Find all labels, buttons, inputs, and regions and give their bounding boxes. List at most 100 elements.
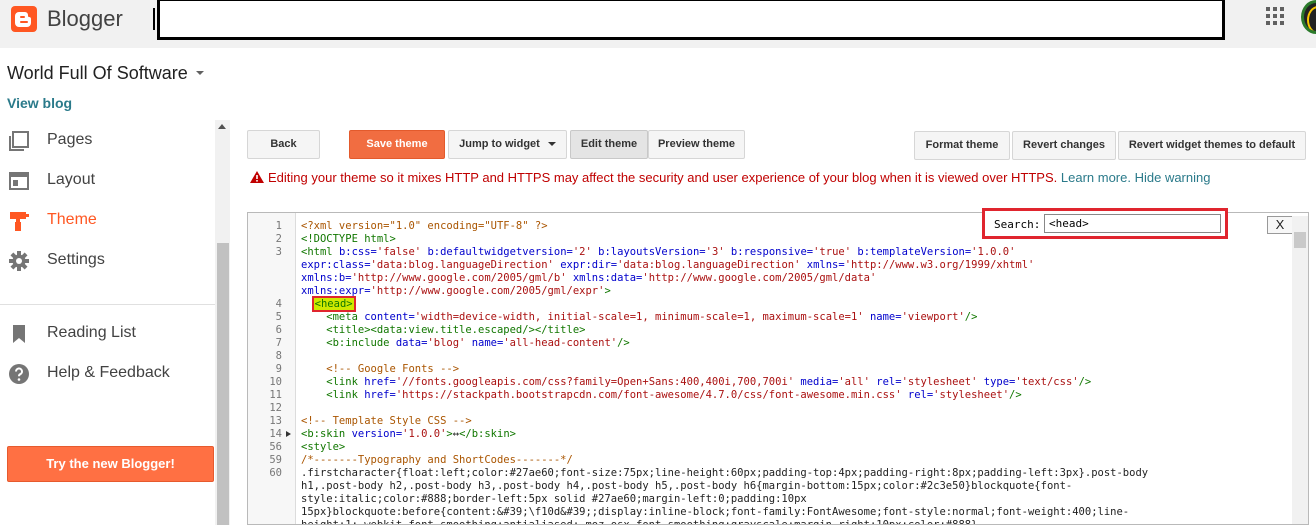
code-line: <?xml version="1.0" encoding="UTF-8" ?> bbox=[301, 220, 548, 233]
code-token: 'http://www.google.com/2005/gml/b' bbox=[351, 272, 573, 284]
revert-changes-button[interactable]: Revert changes bbox=[1012, 131, 1116, 160]
code-token: href= bbox=[364, 389, 396, 401]
editor-search-box: Search: bbox=[982, 208, 1228, 239]
code-token: 'viewport' bbox=[901, 311, 965, 323]
code-token: 'http://www.google.com/2005/gml/data' bbox=[642, 272, 877, 284]
preview-theme-button[interactable]: Preview theme bbox=[648, 130, 745, 159]
code-line: <html b:css='false' b:defaultwidgetversi… bbox=[301, 246, 1015, 259]
code-token: 'blog' bbox=[427, 337, 472, 349]
code-token: expr:dir= bbox=[560, 259, 618, 271]
editor-scrollbar[interactable] bbox=[1292, 216, 1308, 524]
code-token: /> bbox=[1078, 376, 1092, 388]
account-avatar[interactable] bbox=[1301, 0, 1316, 34]
sidebar-item-reading-list[interactable]: Reading List bbox=[0, 315, 215, 355]
code-line: 15px}blockquote:before{content:&#39;\f10… bbox=[301, 506, 1129, 519]
code-line: <!DOCTYPE html> bbox=[301, 233, 396, 246]
line-number-gutter: 1 2 3 4 5 6 7 8 9 10 11 12 13 14 56 59 6… bbox=[248, 213, 296, 524]
sidebar-item-label: Settings bbox=[47, 251, 105, 268]
code-token: href= bbox=[364, 376, 396, 388]
code-token: > bbox=[604, 285, 611, 297]
code-token: <b:skin bbox=[301, 428, 352, 440]
sidebar-item-layout[interactable]: Layout bbox=[0, 162, 215, 202]
code-line: /*-------Typography and ShortCodes------… bbox=[301, 454, 573, 467]
code-line: <b:skin version='1.0.0'>↔</b:skin> bbox=[301, 428, 516, 441]
format-theme-button[interactable]: Format theme bbox=[914, 131, 1010, 160]
fold-arrow-icon[interactable] bbox=[286, 431, 291, 437]
code-token: rel= bbox=[907, 389, 934, 401]
try-new-blogger-button[interactable]: Try the new Blogger! bbox=[7, 446, 214, 482]
sidebar-scrollbar-thumb[interactable] bbox=[217, 243, 229, 525]
code-token: <b:include bbox=[301, 337, 396, 349]
code-line: <link href='//fonts.googleapis.com/css?f… bbox=[301, 376, 1091, 389]
pages-icon bbox=[9, 131, 29, 151]
line-number: 6 bbox=[275, 324, 282, 336]
code-line: <link href='https://stackpath.bootstrapc… bbox=[301, 389, 1022, 402]
top-search-area[interactable] bbox=[157, 0, 1225, 40]
code-token: </b:skin> bbox=[459, 428, 516, 440]
code-token: <!-- Google Fonts --> bbox=[301, 363, 460, 375]
theme-icon bbox=[10, 212, 29, 231]
code-token: name= bbox=[869, 311, 902, 323]
jump-to-widget-dropdown[interactable]: Jump to widget bbox=[448, 130, 567, 159]
line-number: 5 bbox=[275, 311, 282, 323]
sidebar-item-label: Reading List bbox=[47, 324, 136, 341]
code-token: 'data:blog.languageDirection' bbox=[370, 259, 561, 271]
code-token: '1.0.0' bbox=[971, 246, 1016, 258]
code-token: <title><data:view.title.escaped/></title… bbox=[301, 324, 586, 336]
code-token: <link bbox=[301, 376, 365, 388]
code-token: '1.0.0' bbox=[402, 428, 447, 440]
sidebar-item-pages[interactable]: Pages bbox=[0, 122, 215, 162]
close-search-button[interactable]: X bbox=[1267, 216, 1293, 234]
scroll-up-arrow-icon[interactable] bbox=[218, 124, 226, 129]
code-line: height:1;-webkit-font-smoothing:antialia… bbox=[301, 519, 977, 524]
code-token: 'stylesheet' bbox=[933, 389, 1010, 401]
learn-more-link[interactable]: Learn more. bbox=[1061, 170, 1131, 185]
chevron-down-icon bbox=[547, 142, 556, 147]
code-line: xmlns:expr='http://www.google.com/2005/g… bbox=[301, 285, 611, 298]
view-blog-link[interactable]: View blog bbox=[7, 95, 72, 111]
editor-scrollbar-thumb[interactable] bbox=[1294, 232, 1306, 248]
blog-switcher-chevron-down-icon[interactable] bbox=[196, 71, 204, 75]
sidebar-item-theme[interactable]: Theme bbox=[0, 202, 215, 242]
theme-code-editor[interactable]: 1 2 3 4 5 6 7 8 9 10 11 12 13 14 56 59 6… bbox=[247, 212, 1309, 525]
code-token: xmlns:expr= bbox=[301, 285, 371, 297]
blogger-logo-icon[interactable] bbox=[11, 6, 37, 32]
hide-warning-link[interactable]: Hide warning bbox=[1135, 170, 1211, 185]
code-token: '//fonts.googleapis.com/css?family=Open+… bbox=[395, 376, 801, 388]
sidebar-item-label: Help & Feedback bbox=[47, 364, 170, 381]
code-token: 'http://www.w3.org/1999/xhtml' bbox=[844, 259, 1035, 271]
code-token: '3' bbox=[705, 246, 731, 258]
editor-search-input[interactable] bbox=[1044, 214, 1221, 233]
code-token: /> bbox=[1009, 389, 1022, 401]
line-number: 60 bbox=[269, 467, 282, 479]
top-separator bbox=[153, 8, 155, 30]
https-warning: Editing your theme so it mixes HTTP and … bbox=[250, 170, 1210, 185]
sidebar-item-label: Theme bbox=[47, 211, 97, 228]
sidebar-item-help[interactable]: Help & Feedback bbox=[0, 355, 215, 395]
save-theme-button[interactable]: Save theme bbox=[349, 130, 445, 159]
line-number: 8 bbox=[275, 350, 282, 362]
code-token: 'all' bbox=[838, 376, 877, 388]
blog-title[interactable]: World Full Of Software bbox=[7, 63, 188, 84]
code-token: 'false' bbox=[376, 246, 428, 258]
code-token: data= bbox=[395, 337, 428, 349]
code-token: b:templateVersion= bbox=[857, 246, 972, 258]
help-icon bbox=[9, 364, 29, 384]
code-line: .firstcharacter{float:left;color:#27ae60… bbox=[301, 467, 1148, 480]
code-line: <b:include data='blog' name='all-head-co… bbox=[301, 337, 629, 350]
code-token: <style> bbox=[301, 441, 346, 453]
back-button[interactable]: Back bbox=[247, 130, 320, 159]
sidebar-item-settings[interactable]: Settings bbox=[0, 242, 215, 282]
line-number: 9 bbox=[275, 363, 282, 375]
code-token: 'all-head-content' bbox=[503, 337, 618, 349]
code-token: xmlns:b= bbox=[301, 272, 352, 284]
sidebar-divider bbox=[0, 304, 215, 305]
line-number: 59 bbox=[269, 454, 282, 466]
edit-theme-button[interactable]: Edit theme bbox=[570, 130, 648, 159]
line-number: 13 bbox=[269, 415, 282, 427]
jump-to-widget-label: Jump to widget bbox=[459, 138, 540, 150]
line-number: 2 bbox=[275, 233, 282, 245]
revert-widget-themes-button[interactable]: Revert widget themes to default bbox=[1118, 131, 1306, 160]
apps-grid-icon[interactable] bbox=[1266, 7, 1284, 25]
line-number: 56 bbox=[269, 441, 282, 453]
